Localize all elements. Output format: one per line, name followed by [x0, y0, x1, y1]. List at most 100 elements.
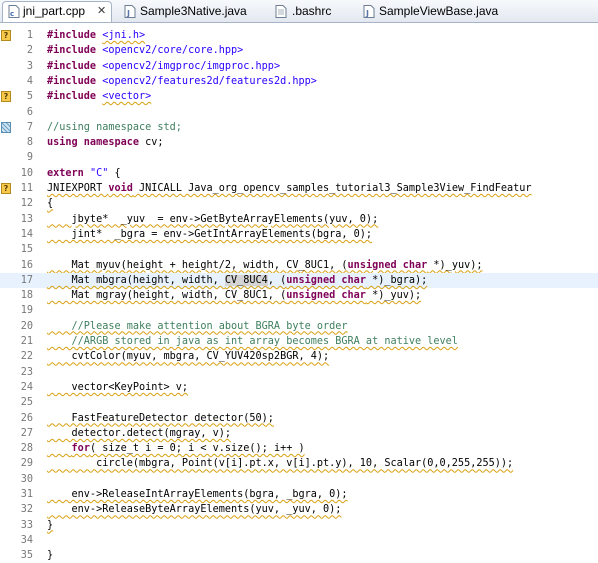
- code-line[interactable]: 9: [0, 150, 598, 165]
- code-line[interactable]: 2 #include <opencv2/core/core.hpp>: [0, 43, 598, 58]
- line-number: 8: [26, 137, 33, 149]
- line-number: 25: [20, 397, 33, 409]
- line-code: Mat mbgra(height, width, CV_8UC4, (unsig…: [47, 273, 427, 288]
- line-number: 26: [20, 412, 33, 424]
- line-code: //using namespace std;: [47, 120, 182, 135]
- code-line[interactable]: 7 //using namespace std;: [0, 120, 598, 135]
- line-code: jbyte* _yuv = env->GetByteArrayElements(…: [47, 212, 379, 227]
- code-line[interactable]: 3 #include <opencv2/imgproc/imgproc.hpp>: [0, 59, 598, 74]
- code-token: unsigned char: [286, 290, 366, 302]
- line-code: //Please make attention about BGRA byte …: [47, 319, 348, 334]
- line-number: 30: [20, 473, 33, 485]
- line-number: 24: [20, 381, 33, 393]
- line-number: 22: [20, 351, 33, 363]
- code-editor[interactable]: ? 1 #include <jni.h> 2 #include <opencv2/cor…: [0, 23, 598, 561]
- code-line[interactable]: 4 #include <opencv2/features2d/features2d…: [0, 74, 598, 89]
- line-number: 29: [20, 458, 33, 470]
- line-code: #include <opencv2/features2d/features2d.…: [47, 74, 317, 89]
- code-line[interactable]: 24 vector<KeyPoint> v;: [0, 380, 598, 395]
- code-token: <opencv2/imgproc/imgproc.hpp>: [102, 60, 281, 72]
- warning-marker-icon[interactable]: ?: [1, 30, 11, 41]
- svg-text:c: c: [10, 10, 14, 18]
- code-line[interactable]: 14 jint* _bgra = env->GetIntArrayElement…: [0, 227, 598, 242]
- line-number: 11: [20, 183, 33, 194]
- code-token: Mat mgray(height, width, CV_8UC1, (: [47, 290, 287, 302]
- code-line[interactable]: 23: [0, 365, 598, 380]
- code-token: #include: [47, 45, 103, 57]
- tab-bashrc[interactable]: .bashrc: [275, 2, 355, 21]
- code-line[interactable]: 18 Mat mgray(height, width, CV_8UC1, (un…: [0, 288, 598, 303]
- code-line[interactable]: 25: [0, 395, 598, 410]
- tab-label: .bashrc: [292, 4, 332, 18]
- code-token: {: [108, 167, 121, 179]
- code-line[interactable]: ? 5 #include <vector>: [0, 89, 598, 104]
- line-code: #include <jni.h>: [47, 28, 145, 43]
- line-code: cvtColor(myuv, mbgra, CV_YUV420sp2BGR, 4…: [47, 349, 330, 364]
- line-number: 21: [20, 336, 33, 347]
- line-number: 18: [20, 290, 33, 302]
- code-line[interactable]: ? 1 #include <jni.h>: [0, 28, 598, 43]
- code-token: env->ReleaseByteArrayElements(yuv, _yuv,…: [47, 504, 342, 516]
- tab-label: Sample3Native.java: [140, 4, 247, 18]
- line-code: env->ReleaseIntArrayElements(bgra, _bgra…: [47, 487, 348, 502]
- line-code: JNIEXPORT void JNICALL Java_org_opencv_s…: [47, 181, 532, 196]
- code-line[interactable]: 15: [0, 242, 598, 257]
- code-line[interactable]: 31 env->ReleaseIntArrayElements(bgra, _b…: [0, 487, 598, 502]
- code-line[interactable]: 34: [0, 533, 598, 548]
- code-line[interactable]: 26 FastFeatureDetector detector(50);: [0, 411, 598, 426]
- code-token: cv;: [145, 137, 164, 149]
- line-number: 12: [20, 198, 33, 210]
- svg-text:J: J: [365, 9, 369, 18]
- line-code: }: [47, 548, 53, 563]
- line-number: 16: [20, 259, 33, 271]
- code-token: *)_yuv);: [427, 259, 483, 271]
- code-line[interactable]: 27 detector.detect(mgray, v);: [0, 426, 598, 441]
- code-line[interactable]: 12 {: [0, 196, 598, 211]
- line-code: }: [47, 518, 53, 533]
- tab-jni-part-cpp[interactable]: c jni_part.cpp ✕: [2, 1, 112, 22]
- line-number: 6: [26, 106, 33, 118]
- code-line[interactable]: 28 for( size_t i = 0; i < v.size(); i++ …: [0, 441, 598, 456]
- svg-text:J: J: [126, 9, 130, 18]
- code-line[interactable]: 30: [0, 472, 598, 487]
- tab-sample3native-java[interactable]: J Sample3Native.java: [120, 2, 260, 21]
- line-code: vector<KeyPoint> v;: [47, 380, 189, 395]
- code-token: <opencv2/core/core.hpp>: [102, 45, 244, 57]
- code-line[interactable]: 10 extern "C" {: [0, 166, 598, 181]
- code-line[interactable]: 33}: [0, 518, 598, 533]
- code-line[interactable]: 6: [0, 105, 598, 120]
- line-number: 28: [20, 443, 33, 455]
- code-line[interactable]: 17 Mat mbgra(height, width, CV_8UC4, (un…: [0, 272, 598, 289]
- code-token: #include: [47, 30, 103, 41]
- code-line[interactable]: 8 using namespace cv;: [0, 135, 598, 150]
- close-tab-icon[interactable]: ✕: [97, 2, 106, 21]
- line-number: 17: [20, 274, 33, 286]
- code-line[interactable]: 21 //ARGB stored in java as int array be…: [0, 334, 598, 349]
- code-line[interactable]: ? 11 JNIEXPORT void JNICALL Java_org_openc…: [0, 181, 598, 196]
- code-token: #include: [47, 91, 103, 103]
- code-token: , (: [267, 274, 287, 286]
- code-line[interactable]: 20 //Please make attention about BGRA by…: [0, 319, 598, 334]
- code-token: ( size_t i = 0; i < v.size(); i++ ): [89, 443, 305, 455]
- code-line[interactable]: 29 circle(mbgra, Point(v[i].pt.x, v[i].p…: [0, 456, 598, 471]
- tab-sampleviewbase-java[interactable]: J SampleViewBase.java: [363, 2, 513, 21]
- code-token: extern: [47, 167, 90, 179]
- line-code: jint* _bgra = env->GetIntArrayElements(b…: [47, 227, 373, 242]
- code-line[interactable]: 22 cvtColor(myuv, mbgra, CV_YUV420sp2BGR…: [0, 349, 598, 364]
- line-number: 27: [20, 427, 33, 439]
- code-token: <jni.h>: [102, 30, 146, 41]
- folding-marker-icon[interactable]: [1, 121, 11, 133]
- editor-tab-bar: c jni_part.cpp ✕ J Sample3Native.java .b…: [0, 0, 598, 23]
- line-number: 2: [26, 45, 33, 57]
- code-line[interactable]: 32 env->ReleaseByteArrayElements(yuv, _y…: [0, 502, 598, 517]
- line-code: #include <vector>: [47, 89, 151, 104]
- warning-marker-icon[interactable]: ?: [1, 183, 11, 194]
- line-number: 15: [20, 244, 33, 256]
- code-line[interactable]: 16 Mat myuv(height + height/2, width, CV…: [0, 258, 598, 273]
- line-code: FastFeatureDetector detector(50);: [47, 411, 274, 426]
- code-line[interactable]: 19: [0, 303, 598, 318]
- warning-marker-icon[interactable]: ?: [1, 91, 11, 103]
- code-line[interactable]: 35}: [0, 548, 598, 563]
- line-number: 3: [26, 60, 33, 72]
- code-line[interactable]: 13 jbyte* _yuv = env->GetByteArrayElemen…: [0, 212, 598, 227]
